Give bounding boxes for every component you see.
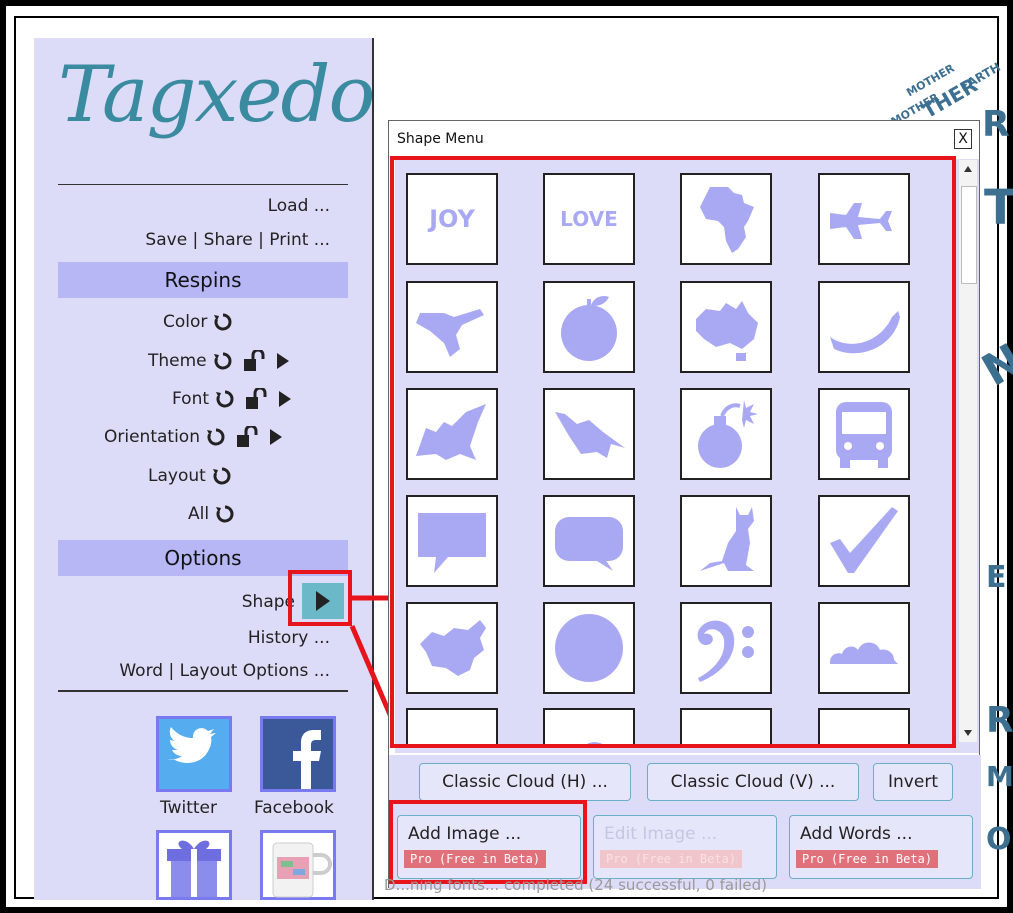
respin-font[interactable]: Font: [172, 388, 292, 410]
twitter-button[interactable]: [156, 716, 232, 792]
refresh-icon[interactable]: [212, 466, 232, 486]
classic-cloud-v-button[interactable]: Classic Cloud (V) ...: [647, 763, 859, 801]
mug-button[interactable]: [260, 830, 336, 900]
respin-label: Color: [163, 312, 208, 332]
gift-button[interactable]: [156, 830, 232, 900]
facebook-f-icon: [293, 730, 321, 789]
respin-theme[interactable]: Theme: [148, 350, 289, 372]
left-divider: [58, 690, 348, 692]
highlight-shape-grid: [390, 156, 956, 748]
dialog-title: Shape Menu: [397, 131, 484, 147]
scroll-thumb[interactable]: [961, 186, 977, 284]
pro-badge: Pro (Free in Beta): [600, 850, 743, 868]
logo-divider: [58, 184, 348, 185]
shape-label[interactable]: Shape: [242, 592, 295, 612]
shape-grid-scrollbar[interactable]: [958, 160, 977, 742]
respins-header: Respins: [58, 262, 348, 298]
panel-divider: [372, 38, 374, 900]
scroll-up-icon[interactable]: [964, 166, 972, 172]
cloud-word: R: [982, 104, 1010, 145]
refresh-icon[interactable]: [215, 389, 235, 409]
close-button[interactable]: X: [954, 129, 972, 149]
respin-all[interactable]: All: [188, 504, 235, 524]
play-icon[interactable]: [269, 429, 282, 445]
respin-color[interactable]: Color: [163, 312, 233, 332]
respin-label: Theme: [148, 351, 207, 371]
cloud-word: O: [986, 822, 1012, 857]
highlight-shape-button: [288, 570, 352, 626]
invert-button[interactable]: Invert: [873, 763, 953, 801]
load-link[interactable]: Load ...: [268, 196, 330, 216]
refresh-icon[interactable]: [213, 351, 233, 371]
pro-badge: Pro (Free in Beta): [796, 850, 939, 868]
refresh-icon[interactable]: [213, 312, 233, 332]
logo[interactable]: Tagxedo: [58, 50, 375, 140]
respin-label: Font: [172, 389, 210, 409]
classic-cloud-h-button[interactable]: Classic Cloud (H) ...: [419, 763, 631, 801]
edit-image-button: Edit Image ... Pro (Free in Beta): [593, 815, 777, 879]
highlight-add-image: [389, 800, 587, 884]
cloud-word: M: [986, 760, 1013, 793]
play-icon[interactable]: [276, 353, 289, 369]
refresh-icon[interactable]: [206, 427, 226, 447]
play-icon[interactable]: [279, 391, 292, 407]
respin-orientation[interactable]: Orientation: [104, 426, 282, 448]
add-words-button[interactable]: Add Words ... Pro (Free in Beta): [789, 815, 973, 879]
gift-icon: [167, 840, 221, 897]
mug-icon: [272, 842, 332, 898]
refresh-icon[interactable]: [215, 504, 235, 524]
cloud-word: T: [984, 180, 1013, 236]
facebook-label: Facebook: [254, 798, 334, 818]
facebook-button[interactable]: [260, 716, 336, 792]
save-share-print-link[interactable]: Save | Share | Print ...: [145, 230, 330, 250]
unlock-icon[interactable]: [243, 350, 265, 372]
unlock-icon[interactable]: [245, 388, 267, 410]
respin-label: Layout: [148, 466, 206, 486]
twitter-label: Twitter: [160, 798, 217, 818]
history-link[interactable]: History ...: [248, 628, 330, 648]
word-layout-options-link[interactable]: Word | Layout Options ...: [119, 661, 330, 681]
status-text: D...ning fonts... completed (24 successf…: [384, 876, 768, 894]
cloud-word: R: [986, 700, 1013, 741]
cloud-word: E: [986, 560, 1007, 595]
edit-image-label: Edit Image ...: [604, 824, 718, 844]
twitter-bird-icon: [167, 727, 216, 763]
add-words-label: Add Words ...: [800, 824, 913, 844]
respin-label: All: [188, 504, 210, 524]
respin-label: Orientation: [104, 427, 200, 447]
scroll-down-icon[interactable]: [964, 730, 972, 736]
unlock-icon[interactable]: [236, 426, 258, 448]
respin-layout[interactable]: Layout: [148, 466, 232, 486]
